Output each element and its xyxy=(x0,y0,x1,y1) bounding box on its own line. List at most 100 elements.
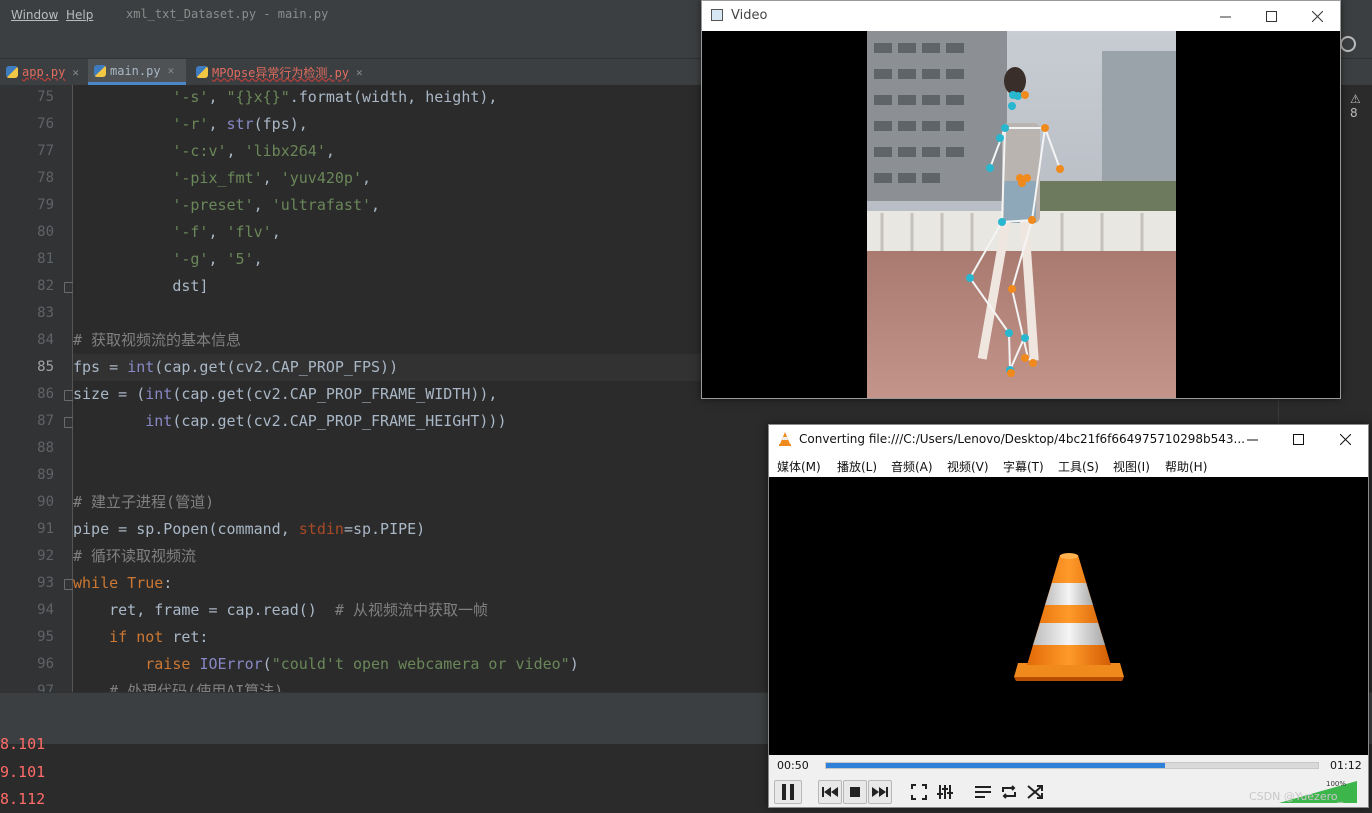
line-number: 81 xyxy=(37,251,54,267)
tab-label: app.py xyxy=(22,65,66,79)
next-button[interactable] xyxy=(868,780,892,804)
tab-app-py[interactable]: app.py ✕ xyxy=(0,59,86,85)
code-token: '-c:v' xyxy=(172,142,227,160)
code-token: '-g' xyxy=(172,250,209,268)
close-icon xyxy=(1311,10,1323,22)
playlist-button[interactable] xyxy=(971,780,995,804)
code-token: 'ultrafast' xyxy=(271,196,372,214)
code-token: , xyxy=(325,142,335,160)
console-line: 8.101 xyxy=(0,735,46,753)
history-icon[interactable] xyxy=(1340,36,1356,52)
shuffle-button[interactable] xyxy=(1023,780,1047,804)
loop-button[interactable] xyxy=(997,780,1021,804)
equalizer-icon xyxy=(937,785,953,799)
code-token: # 从视频流中获取一帧 xyxy=(334,601,488,619)
code-token: int xyxy=(145,385,173,403)
vlc-menu-tools[interactable]: 工具(S) xyxy=(1058,458,1099,475)
close-button[interactable] xyxy=(1322,425,1368,453)
code-token: 'yuv420p' xyxy=(280,169,362,187)
vlc-seek-row: 00:50 01:12 xyxy=(769,755,1368,777)
code-token: , xyxy=(371,196,381,214)
vlc-video-area[interactable] xyxy=(769,477,1368,755)
code-token: IOError xyxy=(199,655,263,673)
tab-mpopse-py[interactable]: MPOpse异常行为检测.py ✕ xyxy=(190,59,372,85)
vlc-titlebar[interactable]: Converting file:///C:/Users/Lenovo/Deskt… xyxy=(769,425,1368,453)
vlc-menu-help[interactable]: 帮助(H) xyxy=(1165,458,1207,475)
vlc-menu-video[interactable]: 视频(V) xyxy=(947,458,989,475)
minimize-button[interactable] xyxy=(1229,425,1275,453)
line-number: 89 xyxy=(37,467,54,483)
line-number: 80 xyxy=(37,224,54,240)
code-token: "could't open webcamera or video" xyxy=(271,655,570,673)
vlc-menu-subtitle[interactable]: 字幕(T) xyxy=(1003,458,1044,475)
vlc-cone-icon xyxy=(779,432,791,446)
vlc-menu-view[interactable]: 视图(I) xyxy=(1113,458,1150,475)
stop-button[interactable] xyxy=(843,780,867,804)
code-token: , xyxy=(208,88,227,106)
vlc-cone-logo xyxy=(1014,553,1124,681)
code-token: , xyxy=(208,115,227,133)
close-icon[interactable]: ✕ xyxy=(356,66,363,79)
watermark: CSDN @Yuezero_ xyxy=(1249,790,1344,803)
tab-label: MPOpse异常行为检测.py xyxy=(212,65,350,80)
code-token: (cap.get(cv2.CAP_PROP_FRAME_WIDTH)), xyxy=(172,385,498,403)
code-token: int xyxy=(145,412,173,430)
vlc-menu-playback[interactable]: 播放(L) xyxy=(837,458,877,475)
code-token: # 建立子进程(管道) xyxy=(73,493,215,511)
fullscreen-button[interactable] xyxy=(907,780,931,804)
code-token: ) xyxy=(569,655,579,673)
console-line: 8.112 xyxy=(0,790,46,808)
menu-help[interactable]: Help xyxy=(66,8,93,22)
line-number: 76 xyxy=(37,116,54,132)
console-line: 9.101 xyxy=(0,763,46,781)
line-number: 94 xyxy=(37,602,54,618)
minimize-button[interactable] xyxy=(1202,1,1248,31)
python-file-icon xyxy=(94,64,106,77)
pause-icon xyxy=(782,784,794,800)
vlc-menu-media[interactable]: 媒体(M) xyxy=(777,458,821,475)
code-token: , xyxy=(208,223,227,241)
maximize-icon xyxy=(1265,10,1277,22)
line-number: 92 xyxy=(37,548,54,564)
menu-window[interactable]: Window xyxy=(11,8,58,22)
code-token: , xyxy=(253,250,263,268)
elapsed-time: 00:50 xyxy=(777,759,809,772)
warning-count[interactable]: ⚠ 8 xyxy=(1350,92,1372,120)
code-token: if not xyxy=(109,628,173,646)
line-number: 78 xyxy=(37,170,54,186)
code-token: '-f' xyxy=(172,223,209,241)
vlc-menubar: 媒体(M) 播放(L) 音频(A) 视频(V) 字幕(T) 工具(S) 视图(I… xyxy=(769,453,1368,477)
code-token: , xyxy=(362,169,372,187)
maximize-button[interactable] xyxy=(1248,1,1294,31)
ide-window-title: xml_txt_Dataset.py - main.py xyxy=(126,7,329,21)
tab-main-py[interactable]: main.py ✕ xyxy=(88,59,186,85)
code-token: (fps), xyxy=(253,115,308,133)
code-token: ( xyxy=(262,655,272,673)
code-token: '5' xyxy=(226,250,254,268)
extended-settings-button[interactable] xyxy=(933,780,957,804)
code-token: '-preset' xyxy=(172,196,254,214)
close-icon[interactable]: ✕ xyxy=(72,66,79,79)
close-button[interactable] xyxy=(1294,1,1340,31)
previous-button[interactable] xyxy=(818,780,842,804)
seek-slider[interactable] xyxy=(825,762,1319,769)
maximize-button[interactable] xyxy=(1275,425,1321,453)
video-titlebar[interactable]: Video xyxy=(702,1,1340,31)
vlc-menu-audio[interactable]: 音频(A) xyxy=(891,458,933,475)
code-token: dst] xyxy=(73,277,209,295)
line-number: 82 xyxy=(37,278,54,294)
code-token: =sp.PIPE) xyxy=(343,520,426,538)
code-token: # 处理代码(使用AI算法) xyxy=(109,682,284,692)
video-window-title: Video xyxy=(731,8,768,23)
skip-forward-icon xyxy=(872,787,888,797)
code-token: : xyxy=(163,574,173,592)
pause-button[interactable] xyxy=(774,780,802,804)
tab-label: main.py xyxy=(110,63,161,78)
line-number: 84 xyxy=(37,332,54,348)
close-icon[interactable]: ✕ xyxy=(168,64,175,77)
